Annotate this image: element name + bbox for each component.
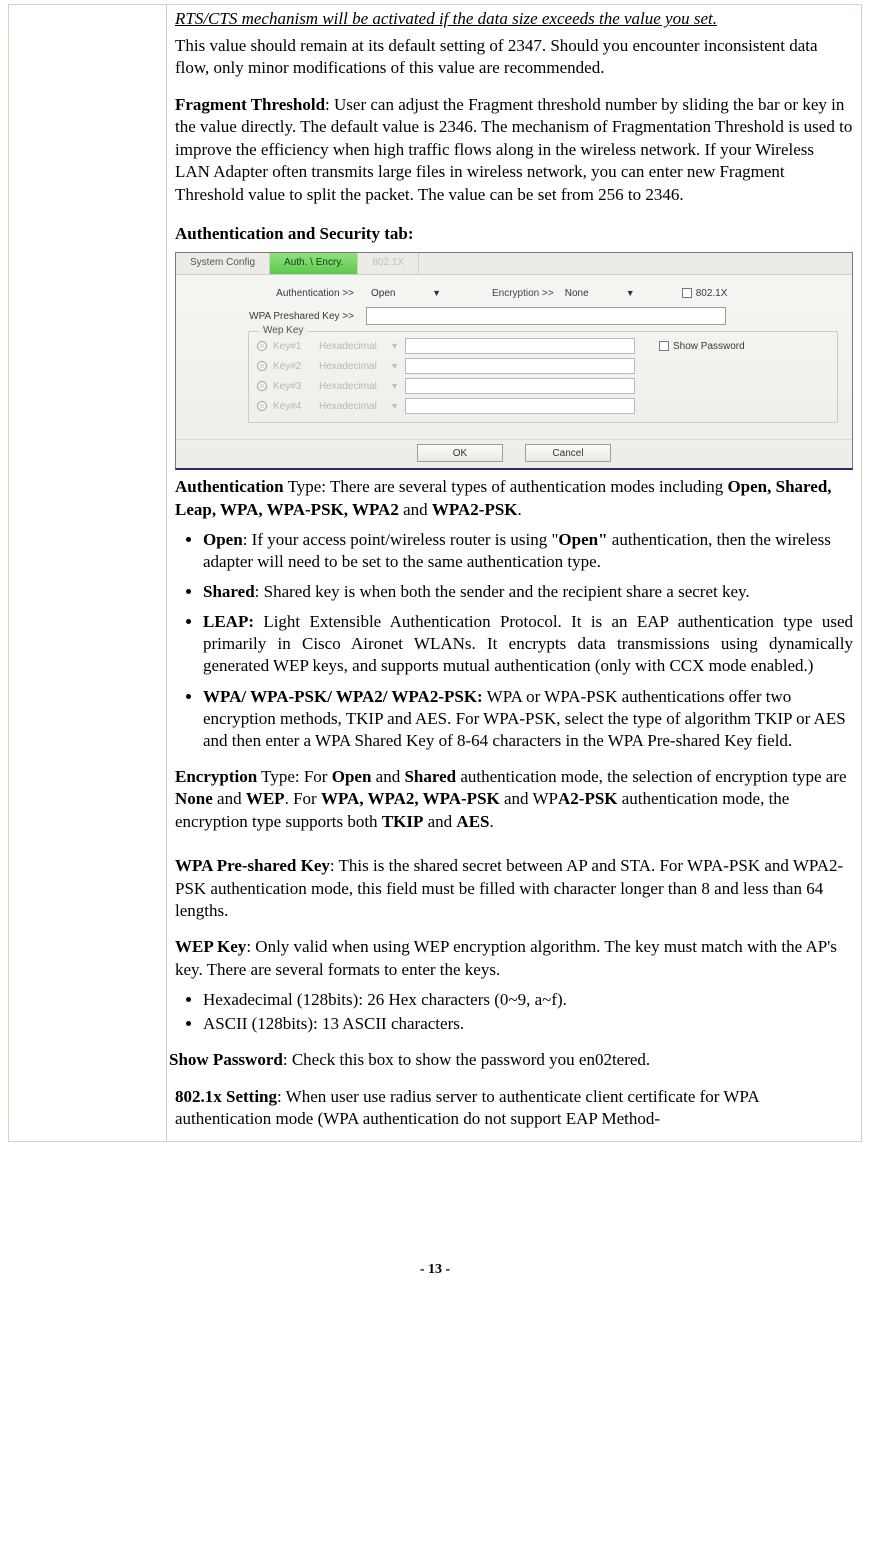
authentication-dropdown[interactable]: Open ▼ bbox=[366, 285, 446, 301]
list-item: Open: If your access point/wireless rout… bbox=[203, 529, 853, 573]
wep-key-legend: Wep Key bbox=[259, 325, 307, 336]
chevron-down-icon: ▼ bbox=[390, 361, 399, 371]
wep-key4-label: Key#4 bbox=[273, 401, 313, 412]
checkbox-icon bbox=[659, 341, 669, 351]
wep-key2-format-dropdown[interactable]: Hexadecimal▼ bbox=[319, 361, 399, 372]
tab-8021x[interactable]: 802.1X bbox=[358, 253, 419, 274]
tab-auth-encry[interactable]: Auth. \ Encry. bbox=[270, 253, 358, 274]
wpa-psk-input[interactable] bbox=[366, 307, 726, 325]
chevron-down-icon: ▼ bbox=[390, 381, 399, 391]
wep-key3-label: Key#3 bbox=[273, 381, 313, 392]
auth-type-last-bold: WPA2-PSK bbox=[432, 500, 518, 519]
wep-key3-format-dropdown[interactable]: Hexadecimal▼ bbox=[319, 381, 399, 392]
wep-key2-input[interactable] bbox=[405, 358, 635, 374]
chevron-down-icon: ▼ bbox=[432, 288, 441, 298]
chevron-down-icon: ▼ bbox=[390, 341, 399, 351]
auth-type-and: and bbox=[399, 500, 432, 519]
wep-key1-input[interactable] bbox=[405, 338, 635, 354]
list-item: WPA/ WPA-PSK/ WPA2/ WPA2-PSK: WPA or WPA… bbox=[203, 686, 853, 752]
auth-security-heading: Authentication and Security tab: bbox=[175, 224, 853, 244]
auth-type-list: Open: If your access point/wireless rout… bbox=[175, 529, 853, 752]
wep-key4-radio[interactable] bbox=[257, 401, 267, 411]
auth-type-lead-bold: Authentication bbox=[175, 477, 284, 496]
main-content-cell: RTS/CTS mechanism will be activated if t… bbox=[167, 5, 862, 1142]
wep-key1-format-dropdown[interactable]: Hexadecimal▼ bbox=[319, 341, 399, 352]
auth-type-lead-rest: Type: There are several types of authent… bbox=[284, 477, 728, 496]
encryption-type-paragraph: Encryption Type: For Open and Shared aut… bbox=[175, 766, 853, 833]
authentication-value: Open bbox=[371, 288, 395, 299]
wep-key3-radio[interactable] bbox=[257, 381, 267, 391]
wep-key4-input[interactable] bbox=[405, 398, 635, 414]
wpa-psk-paragraph: WPA Pre-shared Key: This is the shared s… bbox=[175, 855, 853, 922]
auth-security-panel: System Config Auth. \ Encry. 802.1X Auth… bbox=[175, 252, 853, 470]
8021x-setting-paragraph: 802.1x Setting: When user use radius ser… bbox=[175, 1086, 853, 1131]
tab-system-config[interactable]: System Config bbox=[176, 253, 270, 274]
wep-key3-input[interactable] bbox=[405, 378, 635, 394]
show-password-checkbox[interactable]: Show Password bbox=[659, 341, 745, 352]
8021x-checkbox[interactable]: 802.1X bbox=[682, 288, 728, 299]
ok-button[interactable]: OK bbox=[417, 444, 503, 462]
auth-type-intro: Authentication Type: There are several t… bbox=[175, 476, 853, 521]
wep-format-list: Hexadecimal (128bits): 26 Hex characters… bbox=[175, 989, 853, 1035]
wep-key-paragraph: WEP Key: Only valid when using WEP encry… bbox=[175, 936, 853, 981]
wep-key-group: Wep Key Key#1 Hexadecimal▼ Show Password bbox=[248, 331, 838, 423]
wep-key1-radio[interactable] bbox=[257, 341, 267, 351]
cancel-button[interactable]: Cancel bbox=[525, 444, 611, 462]
chevron-down-icon: ▼ bbox=[390, 401, 399, 411]
wep-key2-label: Key#2 bbox=[273, 361, 313, 372]
left-empty-cell bbox=[9, 5, 167, 1142]
wep-key1-label: Key#1 bbox=[273, 341, 313, 352]
wep-key4-format-dropdown[interactable]: Hexadecimal▼ bbox=[319, 401, 399, 412]
list-item: Shared: Shared key is when both the send… bbox=[203, 581, 853, 603]
fragment-threshold-paragraph: Fragment Threshold: User can adjust the … bbox=[175, 94, 853, 206]
chevron-down-icon: ▼ bbox=[626, 288, 635, 298]
fragment-threshold-label: Fragment Threshold bbox=[175, 95, 325, 114]
wep-key2-radio[interactable] bbox=[257, 361, 267, 371]
encryption-value: None bbox=[565, 288, 589, 299]
rts-note: RTS/CTS mechanism will be activated if t… bbox=[175, 9, 853, 29]
8021x-checkbox-label: 802.1X bbox=[696, 288, 728, 299]
encryption-label: Encryption >> bbox=[492, 288, 554, 299]
tab-bar: System Config Auth. \ Encry. 802.1X bbox=[176, 253, 852, 275]
authentication-label: Authentication >> bbox=[190, 288, 360, 299]
list-item: LEAP: Light Extensible Authentication Pr… bbox=[203, 611, 853, 677]
checkbox-icon bbox=[682, 288, 692, 298]
list-item: ASCII (128bits): 13 ASCII characters. bbox=[203, 1013, 853, 1035]
rts-default-paragraph: This value should remain at its default … bbox=[175, 35, 853, 80]
show-password-paragraph: Show Password: Check this box to show th… bbox=[169, 1049, 853, 1071]
wpa-psk-label: WPA Preshared Key >> bbox=[190, 311, 360, 322]
show-password-label: Show Password bbox=[673, 341, 745, 352]
content-table: RTS/CTS mechanism will be activated if t… bbox=[8, 4, 862, 1142]
page-number: - 13 - bbox=[8, 1262, 862, 1278]
list-item: Hexadecimal (128bits): 26 Hex characters… bbox=[203, 989, 853, 1011]
encryption-dropdown[interactable]: None ▼ bbox=[560, 285, 640, 301]
